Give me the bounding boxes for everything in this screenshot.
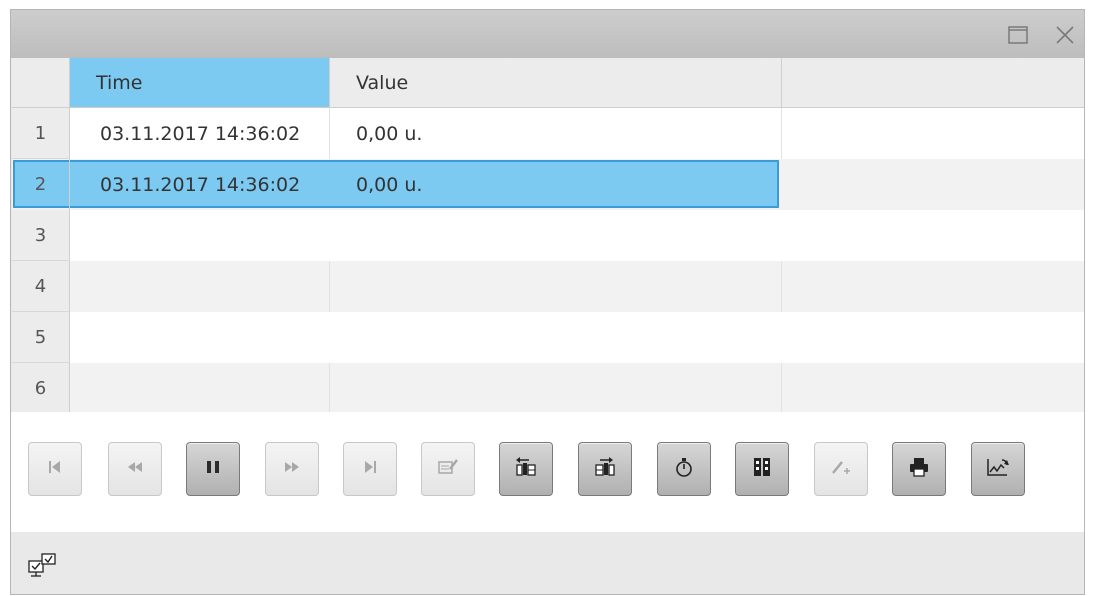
value-cell[interactable]: 0,00 u. <box>330 108 782 159</box>
trend-chart-button[interactable] <box>971 442 1025 496</box>
edit-table-icon <box>437 457 459 481</box>
data-grid[interactable]: Time Value 1 03.11.2017 14:36:02 0,00 u.… <box>12 58 1084 413</box>
toolbar <box>11 412 1084 532</box>
column-header-label: Time <box>96 71 143 94</box>
title-bar <box>11 10 1084 58</box>
column-select-button[interactable] <box>735 442 789 496</box>
table-row[interactable]: 4 <box>12 261 1084 312</box>
pause-icon <box>204 458 222 480</box>
row-header-corner[interactable] <box>12 58 70 108</box>
column-header-label: Value <box>356 71 409 94</box>
row-number[interactable]: 1 <box>12 108 70 159</box>
time-cell[interactable] <box>70 363 330 412</box>
print-icon <box>908 456 930 482</box>
print-button[interactable] <box>892 442 946 496</box>
maximize-icon[interactable] <box>1005 22 1031 48</box>
column-header-time[interactable]: Time <box>70 58 330 108</box>
column-select-icon <box>752 456 772 482</box>
export-column-icon <box>594 456 616 482</box>
value-cell[interactable] <box>330 210 782 261</box>
time-cell[interactable] <box>70 312 330 363</box>
trend-chart-icon <box>985 456 1011 482</box>
time-cell[interactable]: 03.11.2017 14:36:02 <box>70 159 330 210</box>
row-number[interactable]: 4 <box>12 261 70 312</box>
close-icon[interactable] <box>1052 22 1078 48</box>
value-cell[interactable] <box>330 312 782 363</box>
column-header-empty <box>782 58 1084 108</box>
fast-forward-icon <box>282 458 302 480</box>
time-value: 03.11.2017 14:36:02 <box>100 173 301 196</box>
value-cell[interactable]: 0,00 u. <box>330 159 782 210</box>
stopwatch-button[interactable] <box>657 442 711 496</box>
connection-status-icon[interactable] <box>28 552 56 580</box>
row-number[interactable]: 5 <box>12 312 70 363</box>
status-bar <box>11 532 1084 594</box>
value-cell[interactable] <box>330 363 782 412</box>
fast-forward-button[interactable] <box>265 442 319 496</box>
first-record-icon <box>46 458 64 480</box>
import-column-icon <box>515 456 537 482</box>
fast-backward-icon <box>125 458 145 480</box>
table-row[interactable]: 5 <box>12 312 1084 363</box>
import-column-button[interactable] <box>499 442 553 496</box>
value-value: 0,00 u. <box>356 122 423 145</box>
fast-backward-button[interactable] <box>108 442 162 496</box>
table-row[interactable]: 3 <box>12 210 1084 261</box>
edit-table-button[interactable] <box>421 442 475 496</box>
export-column-button[interactable] <box>578 442 632 496</box>
table-row[interactable]: 6 <box>12 363 1084 412</box>
stopwatch-icon <box>674 456 694 482</box>
table-row[interactable]: 1 03.11.2017 14:36:02 0,00 u. <box>12 108 1084 159</box>
row-number[interactable]: 3 <box>12 210 70 261</box>
table-view-window: Time Value 1 03.11.2017 14:36:02 0,00 u.… <box>10 9 1085 595</box>
row-number[interactable]: 6 <box>12 363 70 412</box>
pause-button[interactable] <box>186 442 240 496</box>
time-cell[interactable]: 03.11.2017 14:36:02 <box>70 108 330 159</box>
add-pen-button[interactable] <box>814 442 868 496</box>
time-cell[interactable] <box>70 261 330 312</box>
row-number[interactable]: 2 <box>12 159 70 210</box>
add-pen-icon <box>830 457 852 481</box>
column-header-value[interactable]: Value <box>330 58 782 108</box>
first-record-button[interactable] <box>28 442 82 496</box>
table-row-selected[interactable]: 2 03.11.2017 14:36:02 0,00 u. <box>12 159 1084 210</box>
last-record-button[interactable] <box>343 442 397 496</box>
time-value: 03.11.2017 14:36:02 <box>100 122 301 145</box>
value-cell[interactable] <box>330 261 782 312</box>
value-value: 0,00 u. <box>356 173 423 196</box>
time-cell[interactable] <box>70 210 330 261</box>
last-record-icon <box>361 458 379 480</box>
